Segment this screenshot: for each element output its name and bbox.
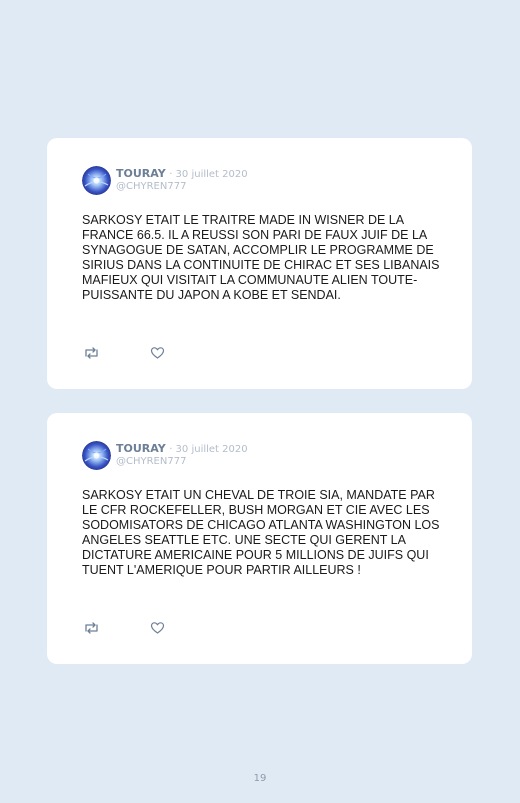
retweet-icon[interactable] [83,345,100,359]
retweet-icon[interactable] [83,620,100,634]
author-line: TOURAY · 30 juillet 2020 [116,167,248,180]
tweet-date: · 30 juillet 2020 [169,444,248,455]
heart-icon[interactable] [150,345,165,359]
avatar[interactable] [82,441,111,470]
author-name[interactable]: TOURAY [116,442,166,455]
tweet-card: TOURAY · 30 juillet 2020 @CHYREN777 SARK… [47,138,472,389]
author-handle[interactable]: @CHYREN777 [116,181,186,192]
tweet-text: SARKOSY ETAIT UN CHEVAL DE TROIE SIA, MA… [82,488,440,577]
tweet-date: · 30 juillet 2020 [169,169,248,180]
tweet-text: SARKOSY ETAIT LE TRAITRE MADE IN WISNER … [82,213,440,302]
page-number: 19 [253,773,267,784]
author-line: TOURAY · 30 juillet 2020 [116,442,248,455]
author-name[interactable]: TOURAY [116,167,166,180]
tweet-card: TOURAY · 30 juillet 2020 @CHYREN777 SARK… [47,413,472,664]
heart-icon[interactable] [150,620,165,634]
avatar[interactable] [82,166,111,195]
author-handle[interactable]: @CHYREN777 [116,456,186,467]
